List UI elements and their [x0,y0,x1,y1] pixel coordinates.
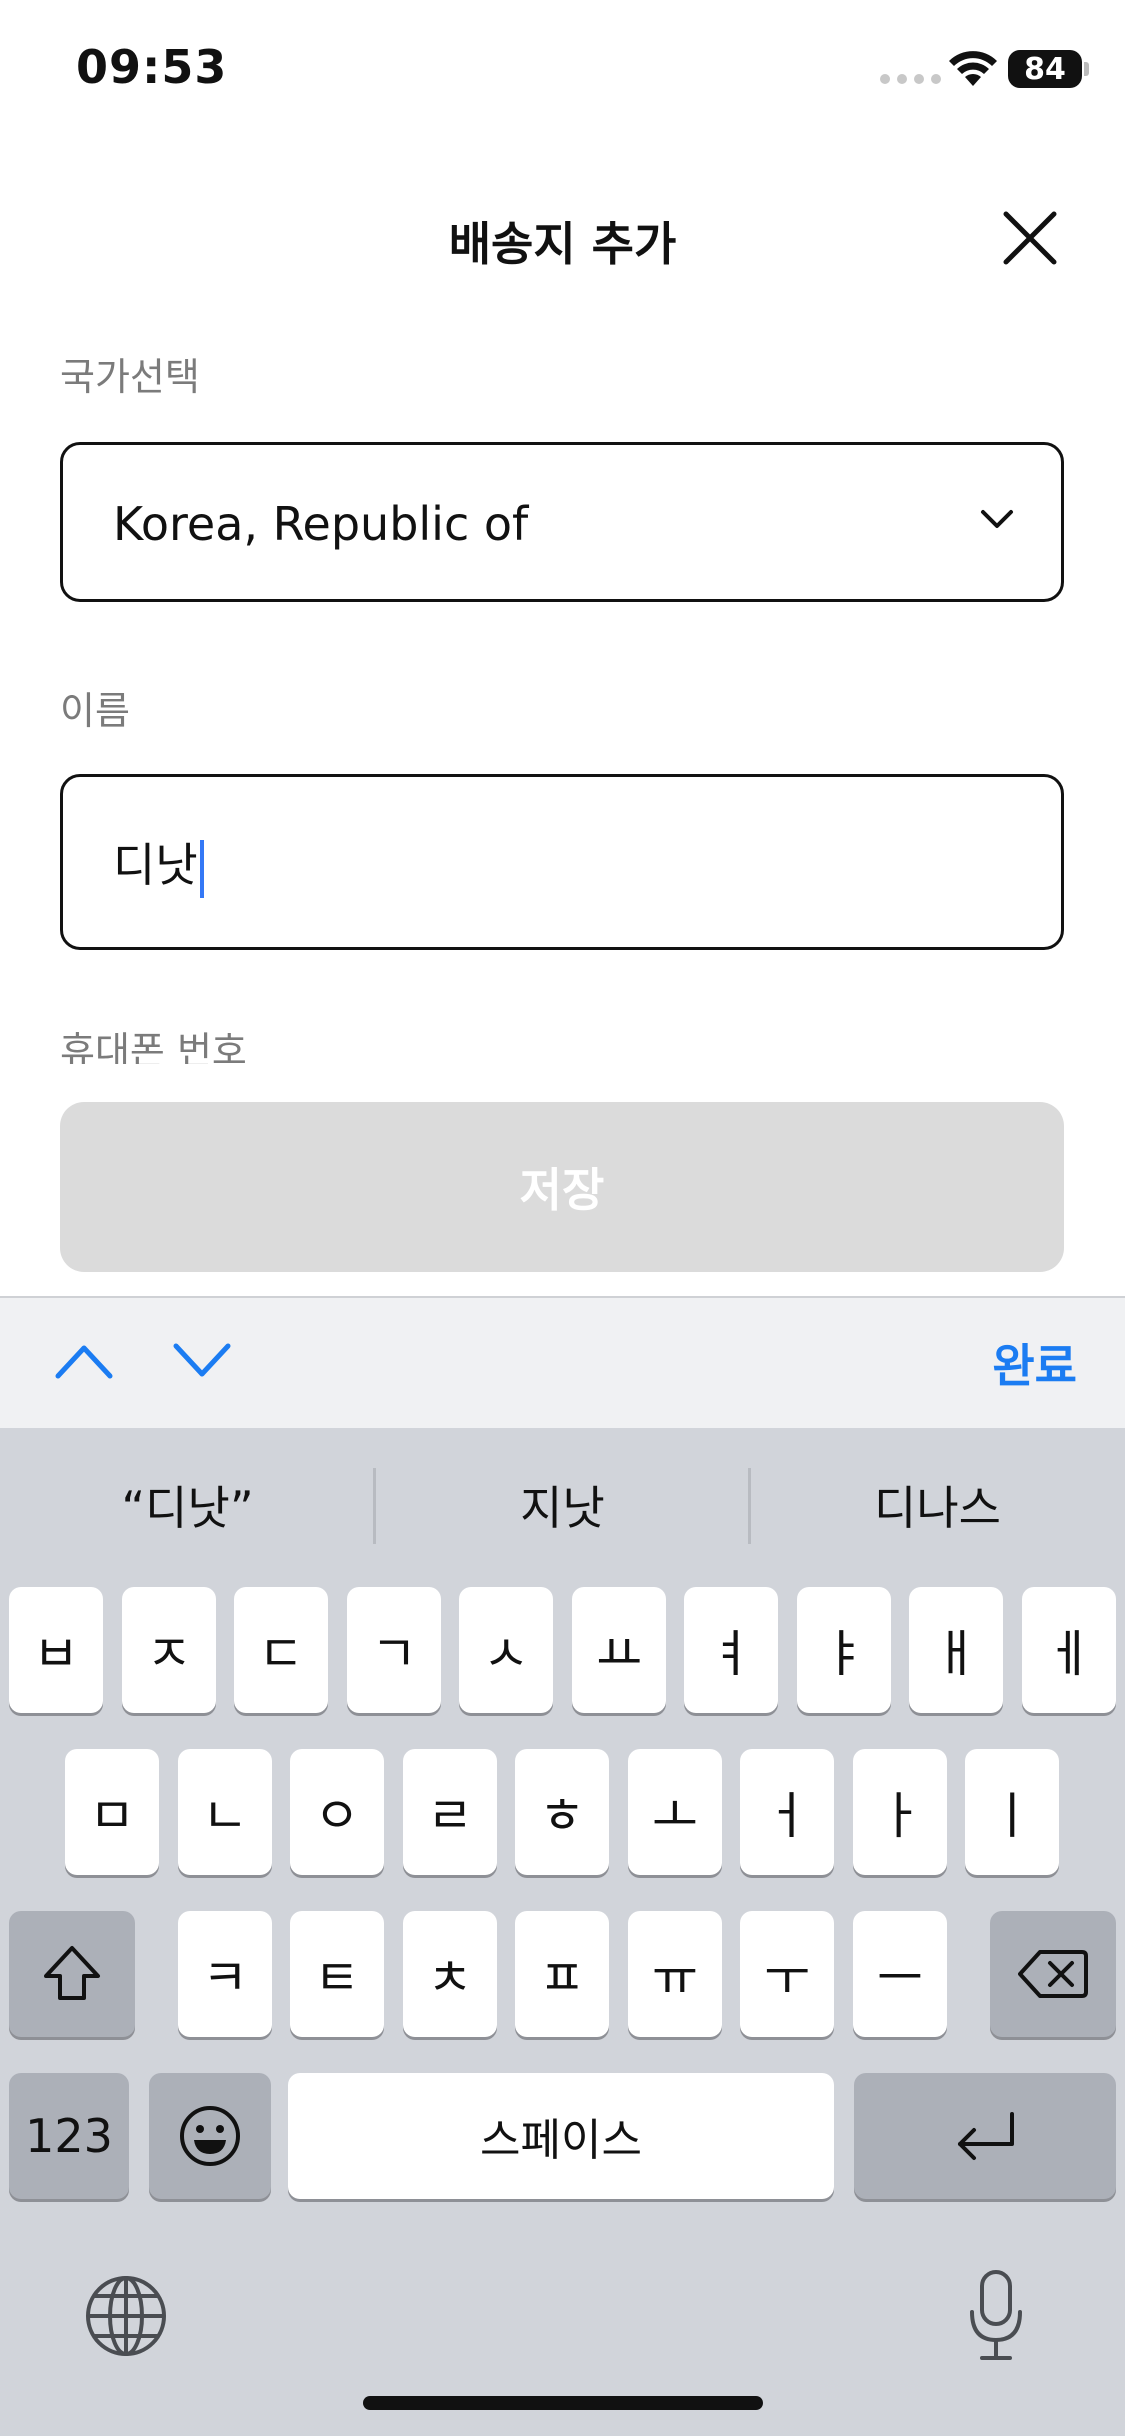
key[interactable]: ㅇ [290,1749,384,1875]
name-field[interactable]: 디낫 [60,774,1064,950]
return-icon [958,2112,1014,2160]
globe-icon[interactable] [84,2274,168,2358]
key[interactable]: ㅔ [1022,1587,1116,1713]
space-key[interactable]: 스페이스 [288,2073,834,2199]
suggestion-item[interactable]: 디나스 [750,1472,1125,1538]
key[interactable]: ㅊ [403,1911,497,2037]
chevron-down-icon [981,510,1013,528]
name-value: 디낫 [113,838,198,892]
key[interactable]: ㅍ [515,1911,609,2037]
delete-icon [1018,1950,1088,1998]
save-button[interactable]: 저장 [60,1102,1064,1272]
emoji-key[interactable] [149,2073,271,2199]
wifi-icon [949,51,997,86]
chevron-down-icon[interactable] [172,1338,232,1382]
keyboard: “디낫” 지낫 디나스 ㅂ ㅈ ㄷ ㄱ ㅅ ㅛ ㅕ ㅑ ㅐ ㅔ ㅁ ㄴ ㅇ ㄹ … [0,1428,1125,2436]
suggestion-item[interactable]: “디낫” [0,1472,375,1538]
key[interactable]: ㅁ [65,1749,159,1875]
shift-icon [44,1946,100,2000]
key[interactable]: ㅅ [459,1587,553,1713]
name-field-content: 디낫 [113,829,204,898]
text-caret [199,839,204,898]
key[interactable]: ㅜ [740,1911,834,2037]
key[interactable]: ㅛ [572,1587,666,1713]
battery-indicator: 84 [1008,50,1082,88]
suggestion-bar: “디낫” 지낫 디나스 [0,1428,1125,1578]
key[interactable]: ㅐ [909,1587,1003,1713]
key[interactable]: ㅌ [290,1911,384,2037]
status-bar: 09:53 84 [0,0,1125,140]
delete-key[interactable] [990,1911,1116,2037]
phone-label: 휴대폰 번호 [60,1029,247,1064]
key[interactable]: ㅠ [628,1911,722,2037]
done-button[interactable]: 완료 [992,1330,1077,1396]
key[interactable]: ㅕ [684,1587,778,1713]
key[interactable]: ㄹ [403,1749,497,1875]
key[interactable]: ㅎ [515,1749,609,1875]
key[interactable]: ㄷ [234,1587,328,1713]
status-time: 09:53 [76,40,228,94]
name-label: 이름 [60,689,130,733]
shift-key[interactable] [9,1911,135,2037]
key[interactable]: ㅈ [122,1587,216,1713]
country-select[interactable]: Korea, Republic of [60,442,1064,602]
page-title: 배송지 추가 [448,217,677,271]
chevron-up-icon[interactable] [54,1338,114,1382]
return-key[interactable] [854,2073,1116,2199]
close-icon[interactable] [1000,208,1060,268]
key[interactable]: ㅋ [178,1911,272,2037]
key[interactable]: ㅓ [740,1749,834,1875]
country-label: 국가선택 [60,355,200,399]
keyboard-accessory-bar: 완료 [0,1296,1125,1428]
home-indicator [363,2396,763,2410]
key[interactable]: ㅣ [965,1749,1059,1875]
key[interactable]: ㄱ [347,1587,441,1713]
battery-tip [1084,62,1089,76]
key[interactable]: ㅑ [797,1587,891,1713]
key[interactable]: ㅂ [9,1587,103,1713]
emoji-icon [180,2106,240,2166]
key[interactable]: ㄴ [178,1749,272,1875]
country-value: Korea, Republic of [113,497,529,551]
numbers-key[interactable]: 123 [9,2073,129,2199]
suggestion-item[interactable]: 지낫 [375,1472,750,1538]
mic-icon[interactable] [966,2268,1026,2364]
cellular-signal-icon [880,74,941,84]
key[interactable]: ㅡ [853,1911,947,2037]
key[interactable]: ㅗ [628,1749,722,1875]
key[interactable]: ㅏ [853,1749,947,1875]
